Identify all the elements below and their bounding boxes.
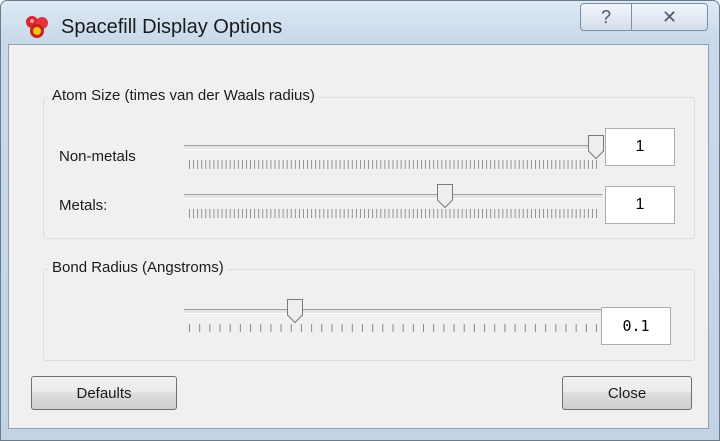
title-bar[interactable]: Spacefill Display Options ? ✕ bbox=[1, 1, 719, 45]
help-icon: ? bbox=[600, 6, 611, 27]
slider-thumb[interactable] bbox=[286, 298, 304, 324]
window-close-button[interactable]: ✕ bbox=[631, 3, 708, 31]
bond-radius-slider[interactable] bbox=[184, 296, 602, 336]
slider-tick-marks bbox=[189, 324, 597, 332]
close-icon: ✕ bbox=[661, 6, 678, 27]
defaults-button[interactable]: Defaults bbox=[31, 376, 177, 410]
metals-slider[interactable] bbox=[184, 181, 602, 221]
slider-track bbox=[184, 145, 602, 150]
slider-tick-marks bbox=[189, 209, 597, 218]
close-button[interactable]: Close bbox=[562, 376, 692, 410]
spacefill-molecule-icon bbox=[26, 16, 48, 38]
slider-thumb[interactable] bbox=[436, 183, 454, 209]
slider-tick-marks bbox=[189, 160, 597, 169]
slider-track bbox=[184, 309, 602, 314]
bond-radius-group-title: Bond Radius (Angstroms) bbox=[48, 259, 228, 276]
help-button[interactable]: ? bbox=[580, 3, 632, 31]
bond-radius-value-field[interactable]: 0.1 bbox=[601, 307, 671, 345]
window-title: Spacefill Display Options bbox=[61, 16, 283, 38]
slider-thumb[interactable] bbox=[587, 134, 605, 160]
metals-label: Metals: bbox=[59, 197, 108, 214]
nonmetals-label: Non-metals bbox=[59, 148, 136, 165]
dialog-client-area: Atom Size (times van der Waals radius) B… bbox=[8, 44, 709, 429]
slider-track bbox=[184, 194, 602, 199]
atom-size-group-title: Atom Size (times van der Waals radius) bbox=[48, 87, 319, 104]
metals-value-field[interactable]: 1 bbox=[605, 186, 675, 224]
nonmetals-value-field[interactable]: 1 bbox=[605, 128, 675, 166]
nonmetals-slider[interactable] bbox=[184, 132, 605, 172]
